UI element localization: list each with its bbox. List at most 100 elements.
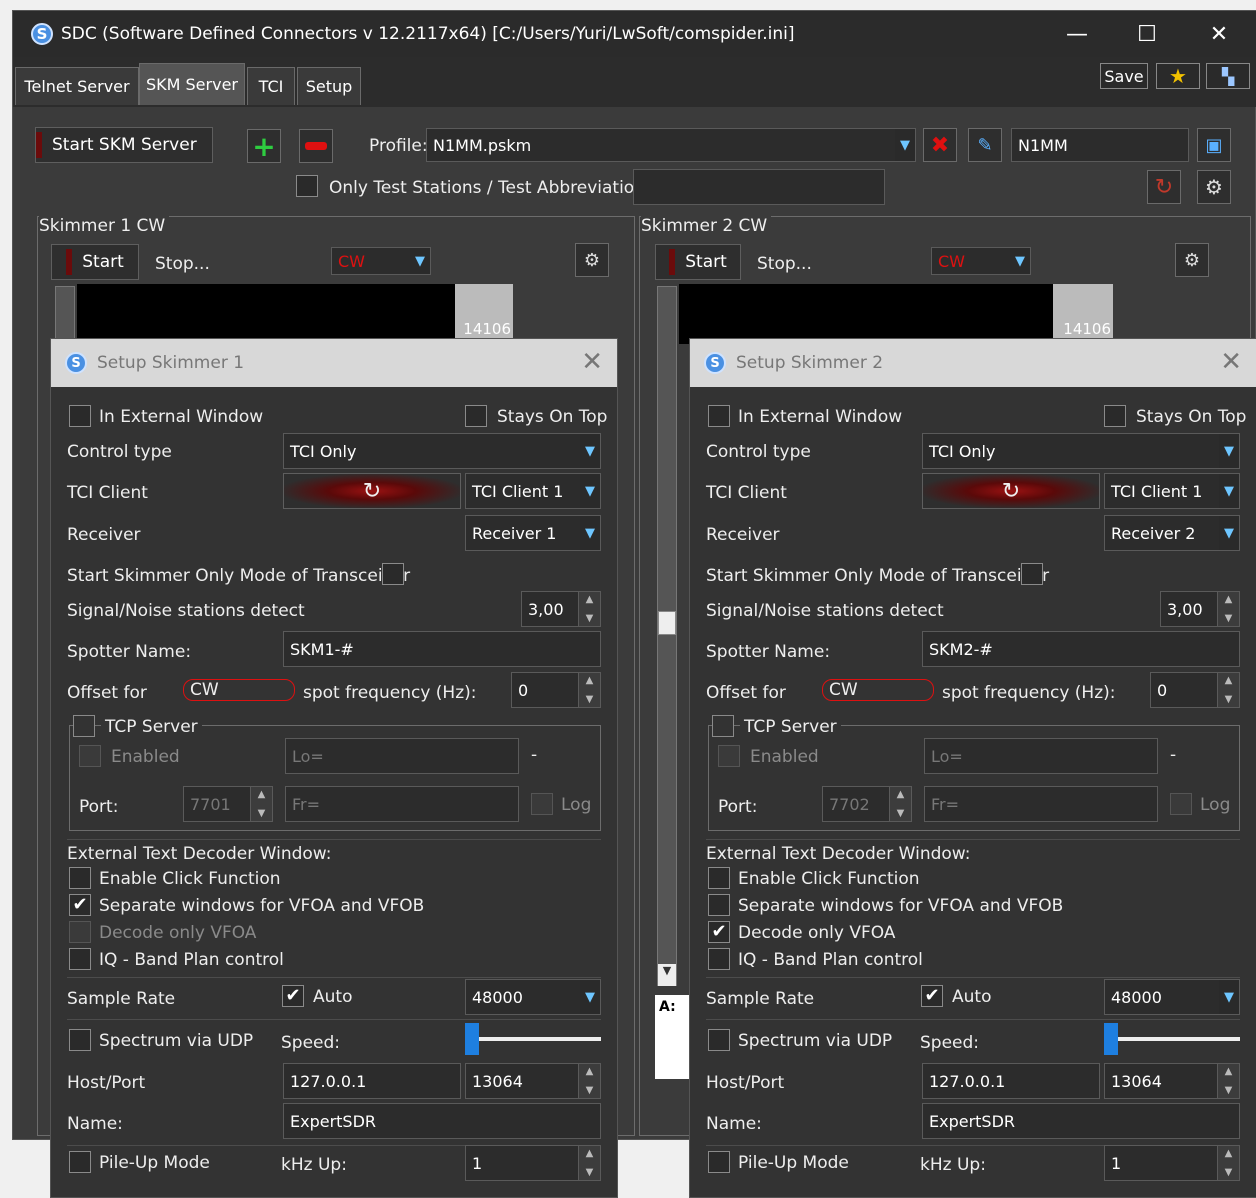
udp-port-spinner[interactable]: ▲ ▼: [578, 1064, 600, 1098]
snr-input[interactable]: 3,00 ▲ ▼: [521, 591, 601, 627]
tci-connect-refresh-icon[interactable]: ↻: [283, 473, 461, 509]
close-icon[interactable]: ✕: [1220, 347, 1242, 377]
spectrum-udp-checkbox[interactable]: [708, 1029, 730, 1051]
receiver-select[interactable]: Receiver 1 ▼: [465, 515, 601, 551]
tci-client-label: TCI Client: [67, 483, 148, 503]
spotter-name-input[interactable]: SKM2-#: [922, 631, 1240, 667]
in-external-window-checkbox[interactable]: [69, 405, 91, 427]
enable-click-checkbox[interactable]: [708, 867, 730, 889]
offset-frequency-input[interactable]: 0 ▲ ▼: [1150, 672, 1240, 708]
skimmer-only-mode-checkbox[interactable]: [382, 563, 404, 585]
offset-spinner[interactable]: ▲ ▼: [578, 673, 600, 707]
close-icon[interactable]: ✕: [581, 347, 603, 377]
iq-band-plan-checkbox[interactable]: [708, 948, 730, 970]
offset-frequency-input[interactable]: 0 ▲ ▼: [511, 672, 601, 708]
tab-setup[interactable]: Setup: [297, 67, 361, 105]
tcp-server-checkbox[interactable]: [73, 715, 95, 737]
tab-telnet-server[interactable]: Telnet Server: [15, 67, 139, 105]
udp-port-input[interactable]: 13064 ▲ ▼: [1104, 1063, 1240, 1099]
tci-client-select[interactable]: TCI Client 1 ▼: [465, 473, 601, 509]
sample-rate-auto-checkbox[interactable]: ✔: [282, 985, 304, 1007]
khz-up-spinner[interactable]: ▲ ▼: [1217, 1146, 1239, 1180]
name-input[interactable]: ExpertSDR: [283, 1103, 601, 1139]
skimmer-2-start-button[interactable]: Start: [655, 244, 741, 280]
open-folder-icon[interactable]: ▣: [1197, 128, 1231, 162]
offset-mode-indicator: CW: [183, 679, 295, 701]
tab-skm-server[interactable]: SKM Server: [139, 63, 245, 105]
in-external-window-checkbox[interactable]: [708, 405, 730, 427]
pile-up-mode-checkbox[interactable]: [69, 1151, 91, 1173]
sample-rate-select[interactable]: 48000 ▼: [465, 979, 601, 1015]
dialog-title-bar[interactable]: S Setup Skimmer 2 ✕: [690, 339, 1256, 387]
offset-frequency-value: 0: [1157, 680, 1168, 700]
in-external-window-label: In External Window: [99, 407, 264, 427]
stays-on-top-checkbox[interactable]: [465, 405, 487, 427]
refresh-icon[interactable]: ↻: [1147, 170, 1181, 204]
minimize-icon[interactable]: —: [1047, 11, 1107, 57]
control-type-select[interactable]: TCI Only ▼: [922, 433, 1240, 469]
profile-select[interactable]: N1MM.pskm ▼: [426, 128, 916, 162]
scroll-down-icon[interactable]: ▼: [658, 964, 676, 986]
tci-connect-refresh-icon[interactable]: ↻: [922, 473, 1100, 509]
title-bar[interactable]: S SDC (Software Defined Connectors v 12.…: [13, 11, 1256, 57]
book-icon[interactable]: ▚: [1206, 63, 1250, 89]
enable-click-checkbox[interactable]: [69, 867, 91, 889]
edit-profile-icon[interactable]: ✎: [968, 128, 1002, 162]
snr-spinner[interactable]: ▲ ▼: [1217, 592, 1239, 626]
close-icon[interactable]: ✕: [1189, 11, 1249, 57]
favorites-star-icon[interactable]: ★: [1156, 63, 1200, 89]
skimmer-1-settings-icon[interactable]: ⚙: [575, 243, 609, 277]
spotter-name-input[interactable]: SKM1-#: [283, 631, 601, 667]
speed-slider-thumb[interactable]: [465, 1023, 479, 1055]
test-abbreviation-input[interactable]: [633, 169, 885, 205]
control-type-select[interactable]: TCI Only ▼: [283, 433, 601, 469]
settings-gear-icon[interactable]: ⚙: [1197, 170, 1231, 204]
receiver-select[interactable]: Receiver 2 ▼: [1104, 515, 1240, 551]
skimmer-2-settings-icon[interactable]: ⚙: [1175, 243, 1209, 277]
tci-client-label: TCI Client: [706, 483, 787, 503]
skimmer-1-mode-select[interactable]: CW ▼: [331, 247, 431, 275]
pile-up-mode-checkbox[interactable]: [708, 1151, 730, 1173]
snr-input[interactable]: 3,00 ▲ ▼: [1160, 591, 1240, 627]
udp-port-spinner[interactable]: ▲ ▼: [1217, 1064, 1239, 1098]
skimmer-2-spectrum-display: [679, 284, 1053, 344]
snr-spinner[interactable]: ▲ ▼: [578, 592, 600, 626]
skimmer-1-start-button[interactable]: Start: [51, 244, 139, 280]
skimmer-2-scrollbar[interactable]: [657, 286, 677, 986]
iq-band-plan-checkbox[interactable]: [69, 948, 91, 970]
dialog-title-bar[interactable]: S Setup Skimmer 1 ✕: [51, 339, 617, 387]
speed-slider-track[interactable]: [1104, 1037, 1240, 1041]
remove-profile-icon[interactable]: [299, 129, 333, 163]
only-test-stations-checkbox[interactable]: [296, 175, 318, 197]
skimmer-2-stop-label: Stop...: [757, 254, 812, 274]
separate-windows-checkbox[interactable]: [708, 894, 730, 916]
speed-slider-thumb[interactable]: [1104, 1023, 1118, 1055]
name-input[interactable]: ExpertSDR: [922, 1103, 1240, 1139]
start-skm-server-button[interactable]: Start SKM Server: [35, 127, 213, 163]
tcp-server-checkbox[interactable]: [712, 715, 734, 737]
decode-only-vfoa-checkbox[interactable]: ✔: [708, 921, 730, 943]
khz-up-input[interactable]: 1 ▲ ▼: [465, 1145, 601, 1181]
skimmer-2-scroll-thumb[interactable]: [658, 611, 676, 635]
spectrum-udp-checkbox[interactable]: [69, 1029, 91, 1051]
delete-profile-icon[interactable]: ✖: [923, 128, 957, 162]
skimmer-only-mode-checkbox[interactable]: [1021, 563, 1043, 585]
khz-up-input[interactable]: 1 ▲ ▼: [1104, 1145, 1240, 1181]
khz-up-spinner[interactable]: ▲ ▼: [578, 1146, 600, 1180]
skimmer-2-mode-select[interactable]: CW ▼: [931, 247, 1031, 275]
tci-client-select[interactable]: TCI Client 1 ▼: [1104, 473, 1240, 509]
host-input[interactable]: 127.0.0.1: [922, 1063, 1100, 1099]
maximize-icon[interactable]: ☐: [1117, 11, 1177, 57]
add-profile-icon[interactable]: +: [247, 129, 281, 163]
offset-spinner[interactable]: ▲ ▼: [1217, 673, 1239, 707]
profile-name-input[interactable]: N1MM: [1011, 128, 1189, 162]
sample-rate-auto-checkbox[interactable]: ✔: [921, 985, 943, 1007]
save-button[interactable]: Save: [1100, 63, 1148, 89]
separate-windows-checkbox[interactable]: ✔: [69, 894, 91, 916]
udp-port-input[interactable]: 13064 ▲ ▼: [465, 1063, 601, 1099]
tab-tci[interactable]: TCI: [247, 67, 295, 105]
speed-slider-track[interactable]: [465, 1037, 601, 1041]
host-input[interactable]: 127.0.0.1: [283, 1063, 461, 1099]
stays-on-top-checkbox[interactable]: [1104, 405, 1126, 427]
sample-rate-select[interactable]: 48000 ▼: [1104, 979, 1240, 1015]
